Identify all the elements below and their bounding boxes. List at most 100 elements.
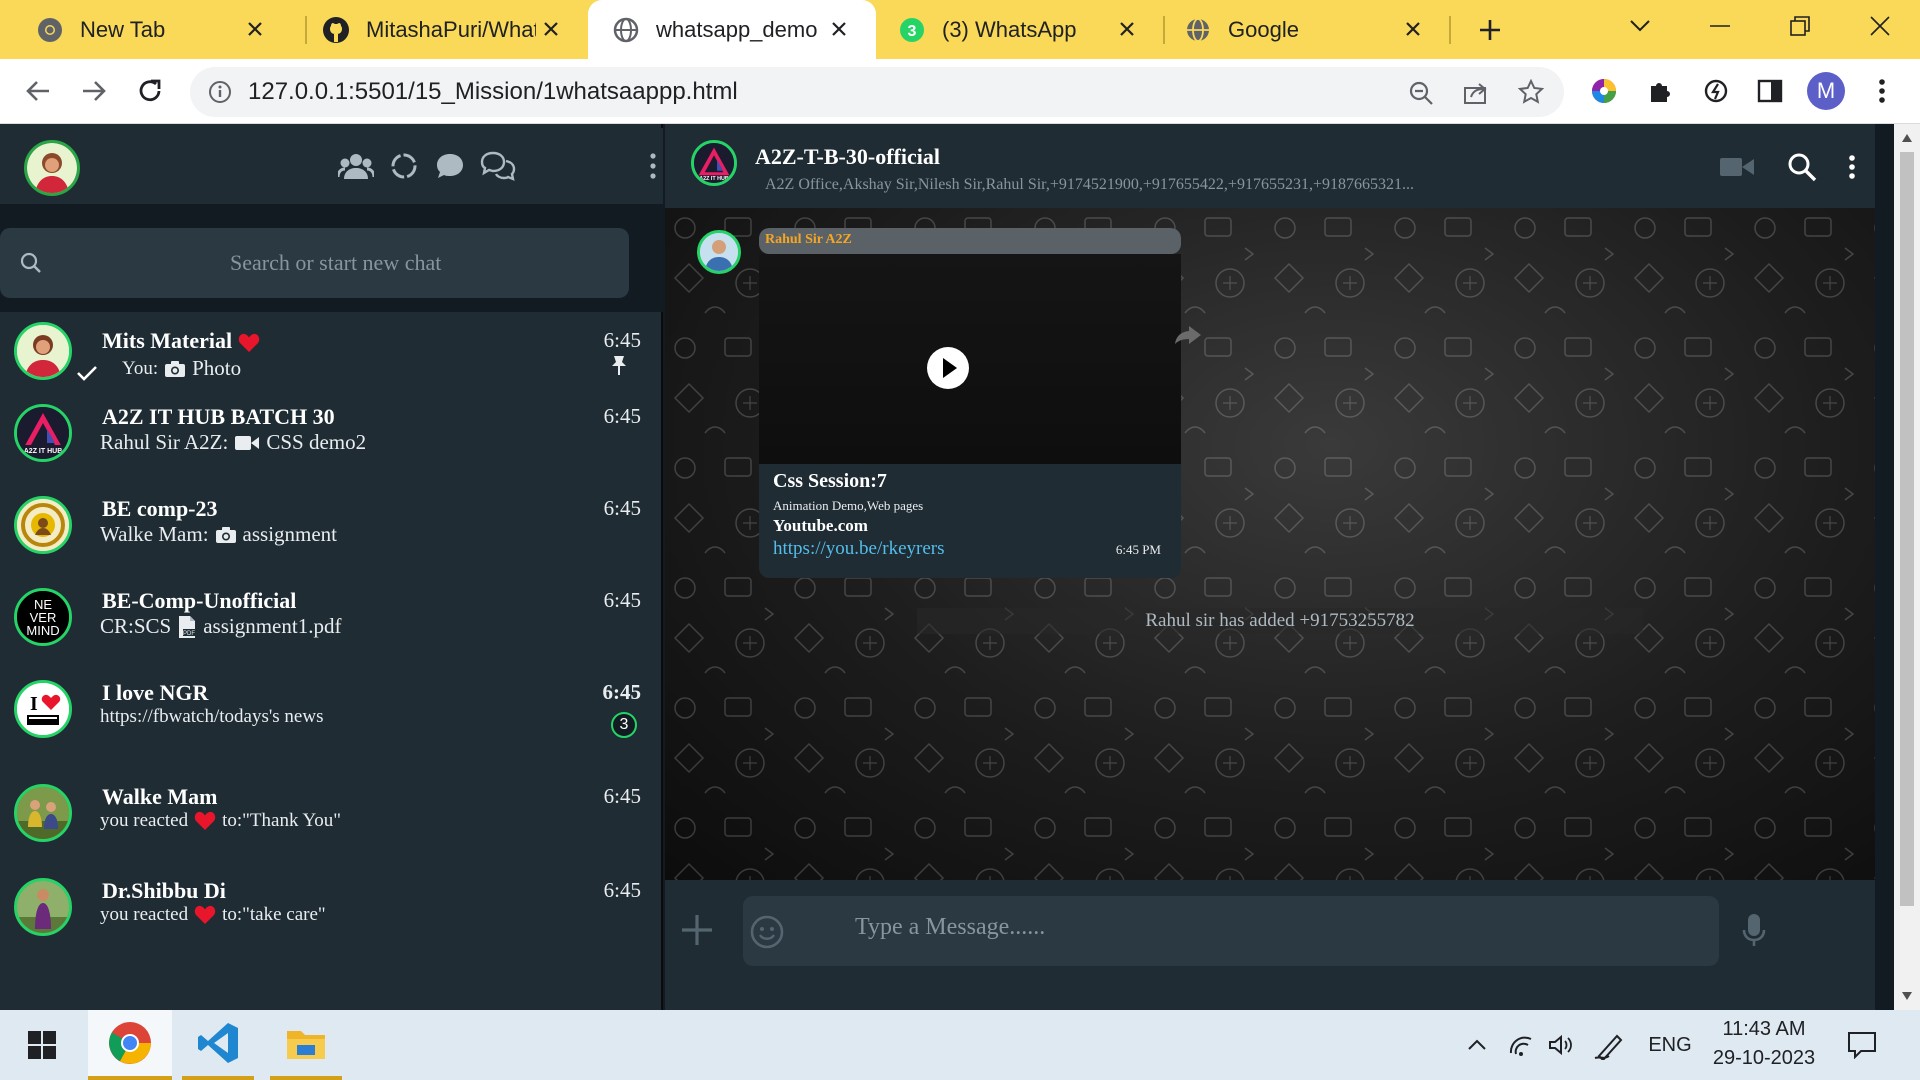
reload-icon[interactable] (130, 71, 170, 111)
extensions-puzzle-icon[interactable] (1640, 71, 1680, 111)
volume-icon[interactable] (1544, 1010, 1578, 1080)
new-tab-plus-icon[interactable] (1450, 0, 1530, 59)
notifications-icon[interactable] (1842, 1010, 1882, 1080)
message-input[interactable]: Type a Message...... (743, 896, 1719, 966)
sender-avatar[interactable] (697, 230, 741, 274)
chat-item-dr-shibbu-di[interactable]: Dr.Shibbu Di you reacted to:"take care" … (0, 878, 663, 970)
scroll-up-arrow-icon[interactable] (1902, 134, 1912, 142)
system-tray-chevron-icon[interactable] (1462, 1010, 1492, 1080)
tab-search-chevron-icon[interactable] (1600, 0, 1680, 52)
communities-icon[interactable] (336, 146, 376, 186)
channels-chat-icon[interactable] (430, 146, 470, 186)
bubble-sender-bar: Rahul Sir A2Z (759, 228, 1181, 254)
vscode-icon (198, 1023, 238, 1063)
sidebar-menu-icon[interactable] (648, 146, 658, 186)
video-thumbnail[interactable] (759, 254, 1181, 464)
chat-message-text: CSS demo2 (266, 430, 367, 454)
windows-taskbar: ENG 11:43 AM 29-10-2023 (0, 1010, 1920, 1080)
scroll-down-arrow-icon[interactable] (1902, 992, 1912, 1000)
whatsapp-app: Search or start new chat Mits Material Y… (0, 124, 1920, 1010)
tab-google[interactable]: Google (1164, 0, 1450, 59)
close-icon[interactable] (242, 16, 268, 42)
close-icon[interactable] (1400, 16, 1426, 42)
start-button[interactable] (14, 1010, 70, 1080)
page-scrollbar[interactable] (1894, 124, 1920, 1010)
chrome-menu-icon[interactable] (1862, 71, 1902, 111)
chat-name: Walke Mam (102, 784, 218, 809)
preview-link[interactable]: https://you.be/rkeyrers (773, 538, 945, 560)
forward-arrow-icon[interactable] (74, 71, 114, 111)
window-close-icon[interactable] (1840, 0, 1920, 52)
url-text[interactable]: 127.0.0.1:5501/15_Mission/1whatsaappp.ht… (248, 67, 738, 117)
video-call-icon[interactable] (1719, 156, 1755, 178)
microphone-icon[interactable] (1741, 912, 1767, 948)
message-input-bar: Type a Message...... (665, 880, 1875, 1010)
taskbar-vscode[interactable] (182, 1010, 254, 1080)
sender-name: Rahul Sir A2Z (765, 232, 852, 247)
chat-name: BE comp-23 (102, 496, 218, 521)
red-heart-icon (194, 905, 216, 925)
message-bubble[interactable]: Rahul Sir A2Z Css Session:7 Animation De… (759, 228, 1181, 578)
conversation-header[interactable]: A2Z IT HUB A2Z-T-B-30-official A2Z Offic… (665, 124, 1875, 208)
close-icon[interactable] (826, 16, 852, 42)
back-arrow-icon[interactable] (18, 71, 58, 111)
performance-icon[interactable] (1696, 71, 1736, 111)
chat-item-mits-material[interactable]: Mits Material You: Photo 6:45 (0, 312, 663, 404)
info-icon[interactable] (208, 80, 232, 104)
language-indicator[interactable]: ENG (1640, 1010, 1700, 1080)
close-icon[interactable] (1114, 16, 1140, 42)
bookmark-star-icon[interactable] (1518, 79, 1544, 105)
color-extension-icon[interactable] (1584, 71, 1624, 111)
taskbar-file-explorer[interactable] (270, 1010, 342, 1080)
chat-name: Mits Material (102, 328, 260, 354)
tab-new-tab[interactable]: New Tab (0, 0, 292, 59)
chat-message-prefix: Rahul Sir A2Z: (100, 430, 229, 454)
forward-icon[interactable] (1173, 322, 1203, 346)
close-icon[interactable] (538, 16, 564, 42)
conversation-panel: A2Z IT HUB A2Z-T-B-30-official A2Z Offic… (665, 124, 1875, 1010)
play-icon[interactable] (926, 346, 970, 390)
my-avatar[interactable] (24, 140, 80, 196)
tab-whatsapp-demo[interactable]: whatsapp_demo (588, 0, 876, 59)
minimize-icon[interactable] (1680, 0, 1760, 52)
chat-name: A2Z IT HUB BATCH 30 (102, 404, 335, 429)
search-input[interactable]: Search or start new chat (0, 228, 629, 298)
taskbar-chrome[interactable] (88, 1010, 172, 1080)
address-bar[interactable]: 127.0.0.1:5501/15_Mission/1whatsaappp.ht… (190, 67, 1564, 117)
emoji-icon[interactable] (749, 914, 785, 950)
zoom-icon[interactable] (1408, 80, 1434, 106)
tab-whatsapp[interactable]: 3 (3) WhatsApp (876, 0, 1164, 59)
scrollbar-thumb[interactable] (1900, 152, 1914, 906)
chat-message-prefix: You: (122, 357, 159, 379)
search-icon[interactable] (1787, 152, 1817, 182)
chat-item-i-love-ngr[interactable]: I I love NGR https://fbwatch/todays's ne… (0, 680, 663, 772)
globe-icon (612, 16, 640, 44)
chat-item-walke-mam[interactable]: Walke Mam you reacted to:"Thank You" 6:4… (0, 784, 663, 876)
group-avatar[interactable]: A2Z IT HUB (691, 140, 737, 186)
pen-input-icon[interactable] (1590, 1010, 1630, 1080)
wifi-icon[interactable] (1504, 1010, 1538, 1080)
chat-message-text: assignment1.pdf (203, 614, 342, 638)
attach-plus-icon[interactable] (679, 912, 715, 948)
pdf-file-icon: PDF (177, 615, 197, 639)
new-chat-icon[interactable] (478, 146, 518, 186)
clock-time: 11:43 AM (1722, 1018, 1806, 1040)
conversation-menu-icon[interactable] (1848, 154, 1856, 180)
avatar (14, 322, 72, 380)
link-preview[interactable]: Css Session:7 Animation Demo,Web pages Y… (759, 464, 1181, 578)
restore-icon[interactable] (1760, 0, 1840, 52)
status-icon[interactable] (384, 146, 424, 186)
red-heart-icon (238, 333, 260, 353)
side-panel-icon[interactable] (1750, 71, 1790, 111)
svg-text:I: I (30, 693, 38, 715)
github-icon (322, 16, 350, 44)
chat-item-a2z-it-hub[interactable]: A2Z IT HUB A2Z IT HUB BATCH 30 Rahul Sir… (0, 404, 663, 496)
share-icon[interactable] (1462, 79, 1490, 105)
clock[interactable]: 11:43 AM 29-10-2023 (1706, 1010, 1822, 1080)
chat-item-be-comp-unofficial[interactable]: NE VER MIND BE-Comp-Unofficial CR:SCS PDF … (0, 588, 663, 680)
avatar (14, 496, 72, 554)
chat-item-be-comp-23[interactable]: BE comp-23 Walke Mam: assignment 6:45 (0, 496, 663, 588)
browser-tab-strip: New Tab MitashaPuri/Whatsapp_Demo whatsa… (0, 0, 1920, 59)
profile-avatar[interactable]: M (1806, 71, 1846, 111)
tab-github[interactable]: MitashaPuri/Whatsapp_Demo (306, 0, 588, 59)
